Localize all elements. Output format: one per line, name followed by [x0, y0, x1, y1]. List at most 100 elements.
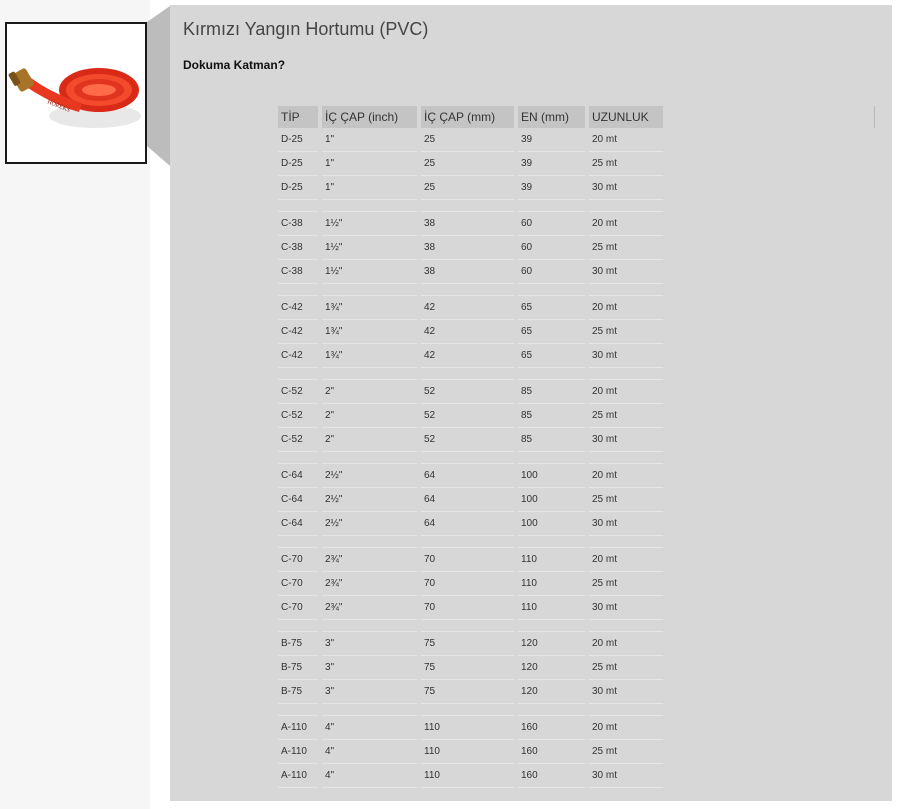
cell-en-mm: 120 — [518, 632, 585, 656]
group-spacer-row — [278, 452, 663, 464]
table-row: A-110 4" 110 160 20 mt — [278, 716, 663, 740]
cell-en-mm: 85 — [518, 380, 585, 404]
cell-en-mm: 39 — [518, 152, 585, 176]
spacer-cell — [589, 200, 663, 212]
cell-uzunluk: 30 mt — [589, 344, 663, 368]
cell-tip: C-70 — [278, 572, 318, 596]
cell-uzunluk: 20 mt — [589, 464, 663, 488]
cell-tip: C-38 — [278, 212, 318, 236]
cell-en-mm: 120 — [518, 680, 585, 704]
cell-ic-cap-mm: 38 — [421, 212, 514, 236]
spacer-cell — [518, 368, 585, 380]
cell-en-mm: 85 — [518, 404, 585, 428]
cell-uzunluk: 20 mt — [589, 548, 663, 572]
table-row: B-75 3" 75 120 25 mt — [278, 656, 663, 680]
spacer-cell — [278, 284, 318, 296]
cell-tip: C-52 — [278, 428, 318, 452]
cell-ic-cap-inch: 1½" — [322, 260, 417, 284]
spacer-cell — [589, 704, 663, 716]
cell-ic-cap-inch: 1¾" — [322, 320, 417, 344]
cell-ic-cap-mm: 25 — [421, 152, 514, 176]
cell-ic-cap-mm: 52 — [421, 380, 514, 404]
cell-tip: C-64 — [278, 488, 318, 512]
cell-ic-cap-inch: 4" — [322, 764, 417, 788]
product-subtitle: Dokuma Katman? — [183, 58, 286, 72]
cell-tip: C-38 — [278, 236, 318, 260]
spacer-cell — [421, 368, 514, 380]
spacer-cell — [421, 536, 514, 548]
cell-en-mm: 39 — [518, 128, 585, 152]
cell-tip: C-64 — [278, 512, 318, 536]
cell-ic-cap-mm: 52 — [421, 428, 514, 452]
spacer-cell — [278, 536, 318, 548]
spacer-cell — [278, 452, 318, 464]
panel-divider — [874, 106, 875, 128]
spacer-cell — [322, 620, 417, 632]
cell-ic-cap-mm: 110 — [421, 716, 514, 740]
spacer-cell — [518, 704, 585, 716]
cell-uzunluk: 30 mt — [589, 176, 663, 200]
spec-table-header-row: TİP İÇ ÇAP (inch) İÇ ÇAP (mm) EN (mm) UZ… — [278, 106, 663, 128]
cell-uzunluk: 25 mt — [589, 404, 663, 428]
cell-ic-cap-inch: 1" — [322, 128, 417, 152]
cell-uzunluk: 20 mt — [589, 128, 663, 152]
spacer-cell — [518, 536, 585, 548]
cell-tip: D-25 — [278, 128, 318, 152]
cell-ic-cap-inch: 3" — [322, 680, 417, 704]
cell-tip: D-25 — [278, 152, 318, 176]
cell-uzunluk: 30 mt — [589, 680, 663, 704]
cell-uzunluk: 30 mt — [589, 428, 663, 452]
table-row: C-38 1½" 38 60 30 mt — [278, 260, 663, 284]
cell-uzunluk: 20 mt — [589, 716, 663, 740]
cell-uzunluk: 30 mt — [589, 512, 663, 536]
cell-uzunluk: 20 mt — [589, 380, 663, 404]
cell-tip: A-110 — [278, 716, 318, 740]
spacer-cell — [518, 452, 585, 464]
cell-ic-cap-mm: 70 — [421, 572, 514, 596]
spacer-cell — [322, 200, 417, 212]
cell-en-mm: 65 — [518, 344, 585, 368]
cell-ic-cap-inch: 4" — [322, 740, 417, 764]
table-row: C-52 2" 52 85 30 mt — [278, 428, 663, 452]
cell-tip: C-42 — [278, 296, 318, 320]
cell-ic-cap-inch: 3" — [322, 632, 417, 656]
table-row: C-38 1½" 38 60 25 mt — [278, 236, 663, 260]
cell-ic-cap-mm: 64 — [421, 464, 514, 488]
cell-uzunluk: 25 mt — [589, 236, 663, 260]
cell-uzunluk: 25 mt — [589, 152, 663, 176]
spacer-cell — [589, 452, 663, 464]
cell-ic-cap-inch: 2¾" — [322, 548, 417, 572]
group-spacer-row — [278, 284, 663, 296]
cell-tip: C-42 — [278, 344, 318, 368]
cell-uzunluk: 30 mt — [589, 764, 663, 788]
cell-uzunluk: 25 mt — [589, 488, 663, 512]
spacer-cell — [278, 704, 318, 716]
spacer-cell — [278, 620, 318, 632]
spacer-cell — [589, 536, 663, 548]
cell-ic-cap-inch: 2½" — [322, 512, 417, 536]
cell-ic-cap-inch: 2½" — [322, 464, 417, 488]
group-spacer-row — [278, 620, 663, 632]
spacer-cell — [421, 704, 514, 716]
spacer-cell — [278, 200, 318, 212]
cell-uzunluk: 25 mt — [589, 320, 663, 344]
table-row: A-110 4" 110 160 25 mt — [278, 740, 663, 764]
cell-ic-cap-mm: 42 — [421, 344, 514, 368]
cell-en-mm: 100 — [518, 464, 585, 488]
cell-en-mm: 60 — [518, 212, 585, 236]
cell-ic-cap-mm: 64 — [421, 488, 514, 512]
product-thumbnail[interactable]: HOREKS — [5, 22, 147, 164]
cell-tip: C-70 — [278, 596, 318, 620]
cell-tip: B-75 — [278, 656, 318, 680]
table-row: C-70 2¾" 70 110 30 mt — [278, 596, 663, 620]
cell-ic-cap-inch: 3" — [322, 656, 417, 680]
table-row: C-64 2½" 64 100 25 mt — [278, 488, 663, 512]
cell-en-mm: 39 — [518, 176, 585, 200]
spacer-cell — [322, 284, 417, 296]
cell-tip: C-52 — [278, 404, 318, 428]
cell-tip: C-42 — [278, 320, 318, 344]
product-detail-panel: Kırmızı Yangın Hortumu (PVC) Dokuma Katm… — [170, 5, 892, 801]
cell-ic-cap-inch: 2" — [322, 404, 417, 428]
cell-en-mm: 60 — [518, 236, 585, 260]
cell-tip: C-64 — [278, 464, 318, 488]
